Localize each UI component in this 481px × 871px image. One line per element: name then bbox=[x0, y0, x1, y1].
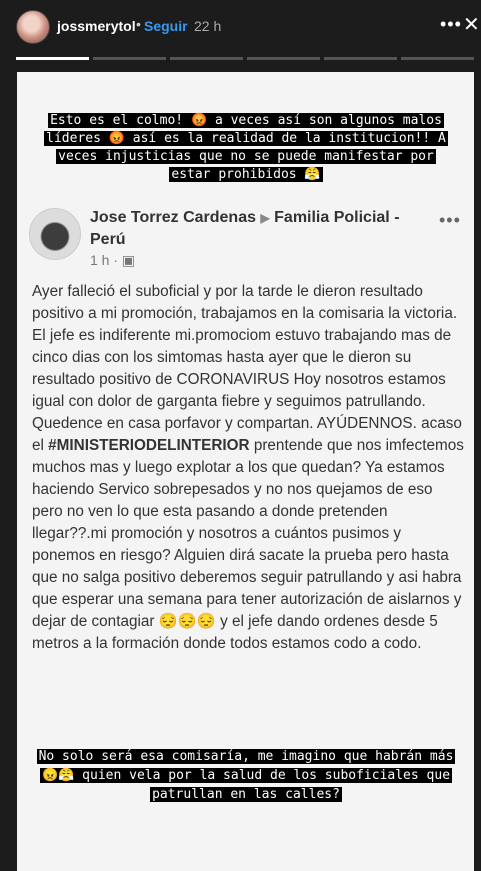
post-body: Ayer falleció el suboficial y por la tar… bbox=[32, 281, 464, 655]
privacy-icon: ▣ bbox=[121, 252, 136, 268]
progress-segment bbox=[247, 57, 320, 60]
post-body-text: Ayer falleció el suboficial y por la tar… bbox=[32, 283, 462, 454]
progress-segment bbox=[324, 57, 397, 60]
post-time: 1 h bbox=[90, 252, 110, 268]
progress-segment bbox=[93, 57, 166, 60]
story-text-overlay-top: Esto es el colmo! 😡 a veces así son algu… bbox=[36, 112, 456, 184]
username[interactable]: jossmerytol bbox=[57, 18, 136, 34]
overlay-text: Esto es el colmo! 😡 a veces así son algu… bbox=[44, 113, 448, 182]
story-progress-bar bbox=[16, 57, 474, 60]
overlay-text: No solo será esa comisaría, me imagino q… bbox=[36, 749, 456, 802]
post-more-icon: ••• bbox=[439, 210, 461, 230]
post-author-avatar bbox=[29, 208, 81, 260]
post-body-text: prentende que nos imfectemos muchos mas … bbox=[32, 437, 464, 652]
avatar[interactable] bbox=[16, 10, 50, 44]
post-author: Jose Torrez Cardenas bbox=[90, 209, 256, 226]
close-icon[interactable]: ✕ bbox=[463, 12, 480, 37]
post-hashtag: #MINISTERIODELINTERIOR bbox=[48, 437, 250, 454]
post-author-line: Jose Torrez Cardenas ▶ Familia Policial … bbox=[90, 207, 430, 251]
separator-dot: • bbox=[136, 16, 141, 32]
more-options-icon[interactable]: ••• bbox=[440, 14, 462, 35]
follow-button[interactable]: Seguir bbox=[144, 18, 188, 34]
progress-segment bbox=[401, 57, 474, 60]
arrow-right-icon: ▶ bbox=[260, 211, 270, 225]
story-time: 22 h bbox=[194, 18, 222, 34]
story-text-overlay-bottom: No solo será esa comisaría, me imagino q… bbox=[36, 747, 456, 804]
story-header: jossmerytol • Seguir 22 h ••• ✕ bbox=[0, 0, 481, 56]
progress-segment bbox=[16, 57, 89, 60]
progress-segment bbox=[170, 57, 243, 60]
post-meta: 1 h · ▣ bbox=[90, 252, 136, 268]
